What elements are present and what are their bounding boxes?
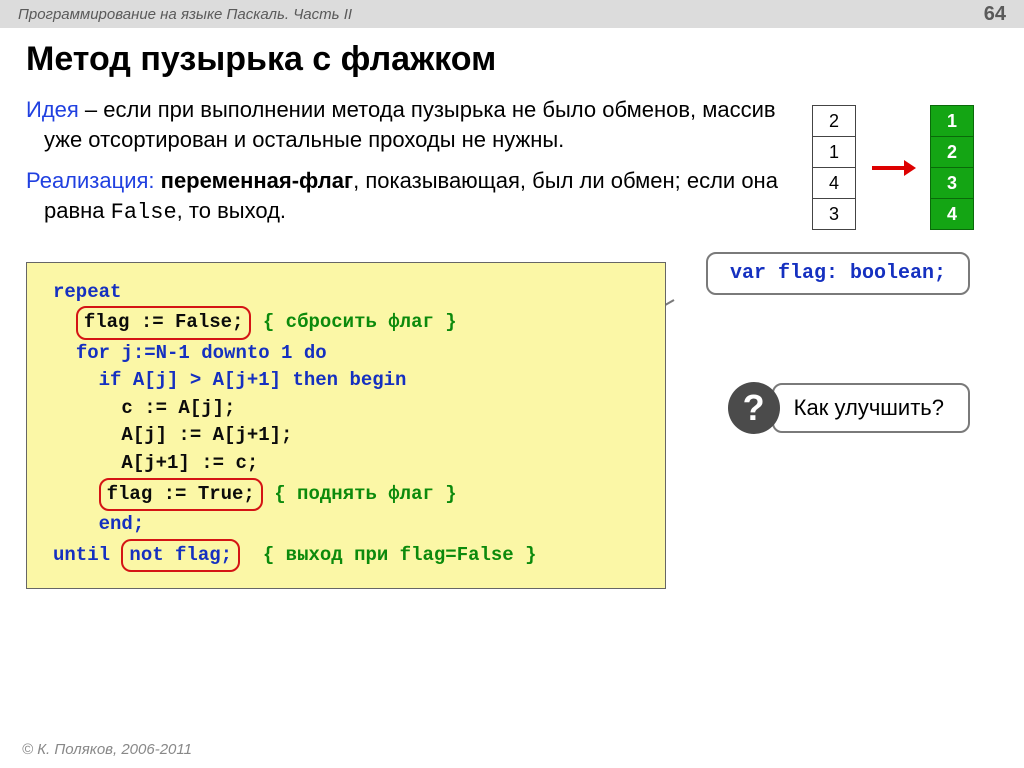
impl-bold: переменная-флаг xyxy=(155,168,354,193)
improve-callout: ? Как улучшить? xyxy=(728,382,970,434)
breadcrumb: Программирование на языке Паскаль. Часть… xyxy=(18,6,352,23)
arrow-icon xyxy=(870,158,916,178)
slide-header: Программирование на языке Паскаль. Часть… xyxy=(0,0,1024,28)
code-line: repeat xyxy=(53,281,121,303)
code-line: for j:=N-1 downto 1 do xyxy=(76,342,327,364)
cell: 3 xyxy=(812,198,856,230)
code-highlight: flag := True; xyxy=(99,478,263,512)
impl-label: Реализация: xyxy=(26,168,155,193)
code-comment: { сбросить флаг } xyxy=(263,311,457,333)
array-diagram: 2 1 4 3 1 2 3 4 xyxy=(788,95,998,240)
cell: 1 xyxy=(930,105,974,137)
code-line: if A[j] > A[j+1] then begin xyxy=(99,369,407,391)
improve-text: Как улучшить? xyxy=(772,383,970,433)
page-number: 64 xyxy=(984,3,1006,26)
code-line: c := A[j]; xyxy=(121,397,235,419)
cell: 4 xyxy=(812,167,856,199)
cell: 2 xyxy=(812,105,856,137)
slide-title: Метод пузырька с флажком xyxy=(26,40,998,79)
cell: 3 xyxy=(930,167,974,199)
cell: 2 xyxy=(930,136,974,168)
code-box: repeat flag := False; { сбросить флаг } … xyxy=(26,262,666,589)
question-icon: ? xyxy=(728,382,780,434)
cell: 4 xyxy=(930,198,974,230)
impl-after: , то выход. xyxy=(177,198,286,223)
code-area: var flag: boolean; repeat flag := False;… xyxy=(26,262,998,589)
code-line: end; xyxy=(99,513,145,535)
array-before: 2 1 4 3 xyxy=(812,106,856,230)
explanation-text: Идея – если при выполнении метода пузырь… xyxy=(26,95,788,240)
array-after: 1 2 3 4 xyxy=(930,106,974,230)
false-keyword: False xyxy=(111,200,177,225)
idea-text: – если при выполнении метода пузырька не… xyxy=(44,97,776,152)
code-line: A[j] := A[j+1]; xyxy=(121,424,292,446)
code-comment: { выход при flag=False } xyxy=(263,544,537,566)
code-highlight: not flag; xyxy=(121,539,240,573)
idea-label: Идея xyxy=(26,97,79,122)
slide-body: Метод пузырька с флажком Идея – если при… xyxy=(0,28,1024,589)
var-callout: var flag: boolean; xyxy=(706,252,970,295)
code-highlight: flag := False; xyxy=(76,306,252,340)
code-line: A[j+1] := c; xyxy=(121,452,258,474)
cell: 1 xyxy=(812,136,856,168)
code-line: until xyxy=(53,544,110,566)
callout-text: var flag: boolean; xyxy=(730,262,946,285)
copyright: © К. Поляков, 2006-2011 xyxy=(22,741,192,758)
code-comment: { поднять флаг } xyxy=(274,483,456,505)
